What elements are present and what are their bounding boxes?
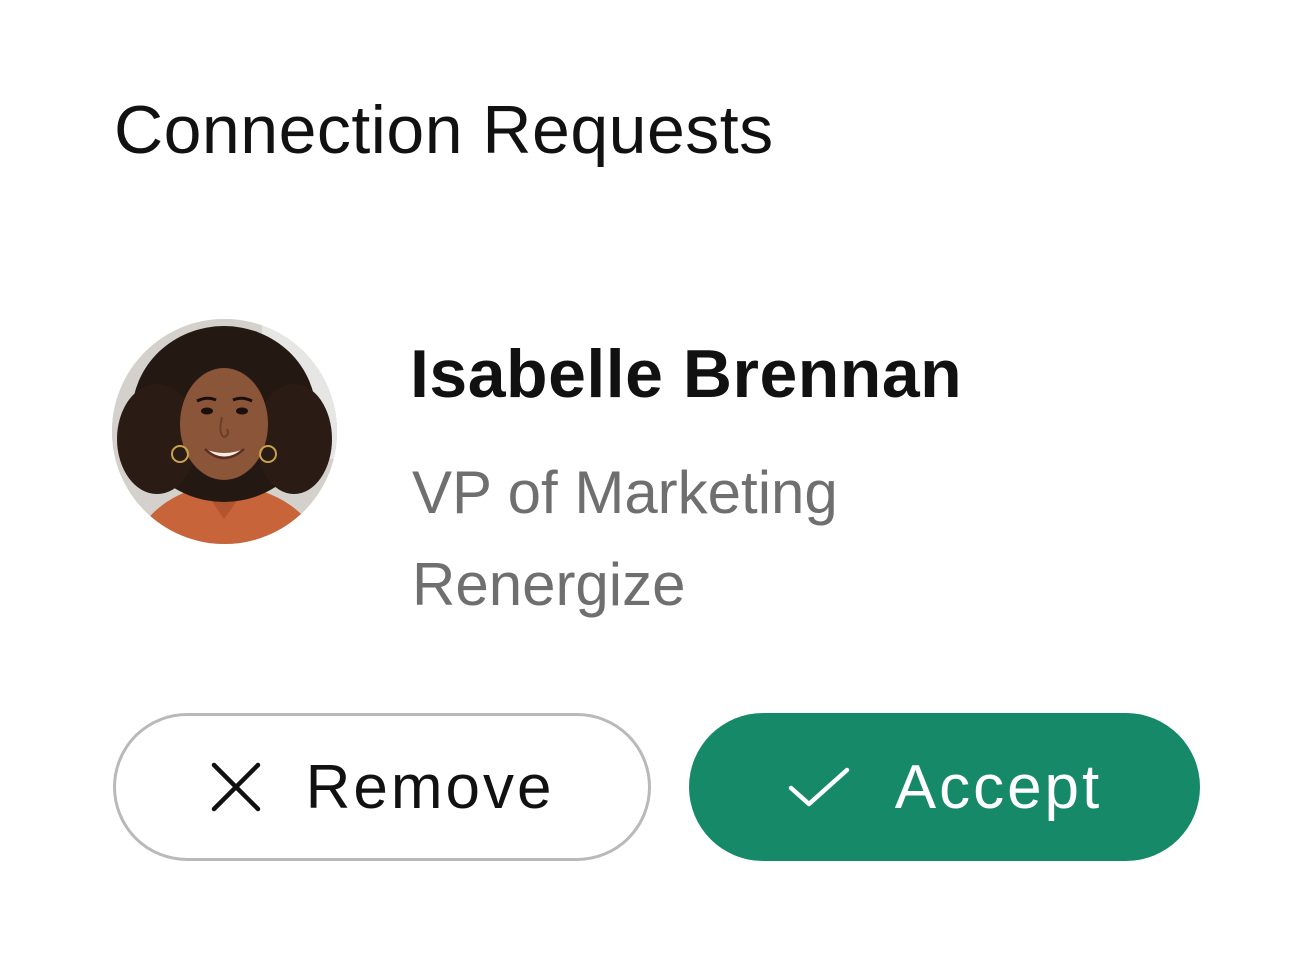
contact-name[interactable]: Isabelle Brennan bbox=[410, 334, 962, 414]
avatar-photo bbox=[112, 319, 337, 544]
page-title: Connection Requests bbox=[114, 92, 774, 168]
close-icon bbox=[210, 761, 262, 813]
remove-button-label: Remove bbox=[305, 752, 555, 822]
contact-company: Renergize bbox=[412, 551, 686, 618]
accept-button-label: Accept bbox=[894, 752, 1103, 822]
remove-button[interactable]: Remove bbox=[113, 713, 651, 861]
check-icon bbox=[787, 764, 851, 810]
avatar[interactable] bbox=[112, 319, 337, 544]
contact-role: VP of Marketing bbox=[412, 459, 838, 526]
accept-button[interactable]: Accept bbox=[689, 713, 1200, 861]
